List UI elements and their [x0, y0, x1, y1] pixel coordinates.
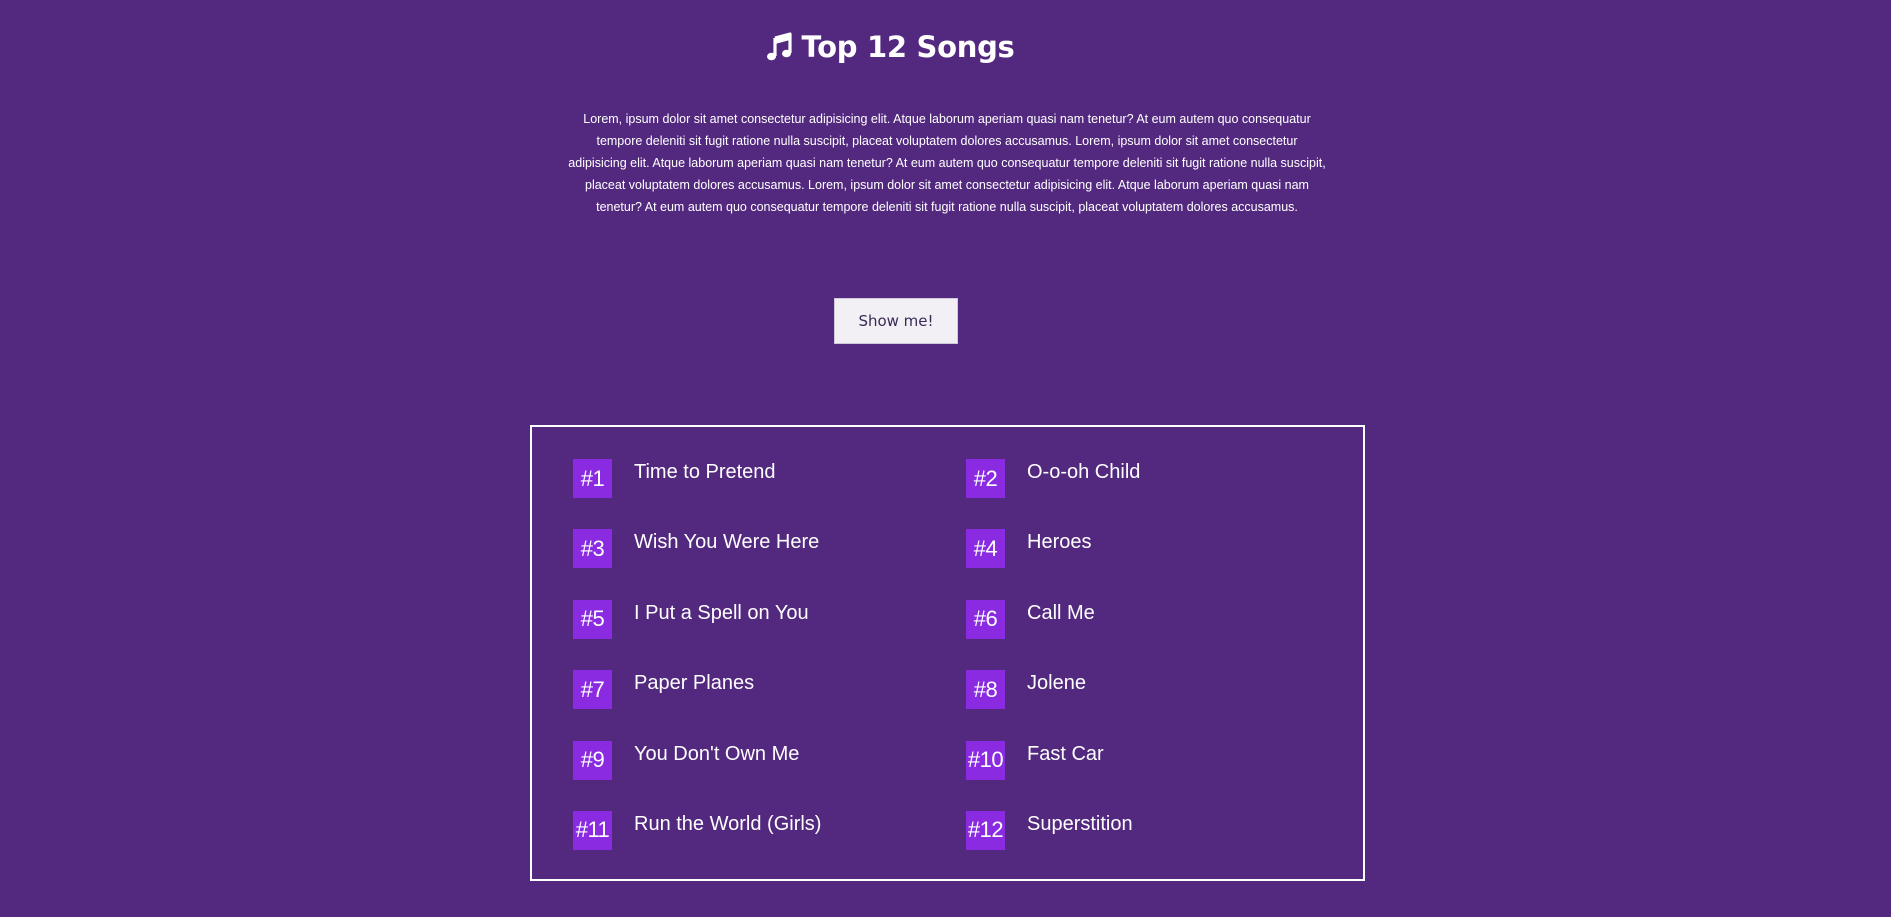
song-title: You Don't Own Me: [634, 742, 800, 765]
rank-badge: #7: [573, 670, 612, 710]
song-title: Call Me: [1027, 601, 1095, 624]
song-item: #5 I Put a Spell on You: [573, 599, 966, 639]
song-title: I Put a Spell on You: [634, 601, 809, 624]
music-note-icon: [767, 32, 793, 61]
song-title: Superstition: [1027, 812, 1133, 835]
rank-badge: #5: [573, 599, 612, 639]
song-title: O-o-oh Child: [1027, 461, 1141, 483]
page-title: Top 12 Songs: [801, 30, 1015, 64]
song-list: #1 Time to Pretend #2 O-o-oh Child #3 Wi…: [573, 459, 1359, 881]
rank-badge: #9: [573, 740, 612, 780]
song-title: Heroes: [1027, 531, 1092, 554]
song-item: #7 Paper Planes: [573, 670, 966, 710]
song-title: Wish You Were Here: [634, 531, 820, 554]
show-me-button[interactable]: Show me!: [834, 298, 958, 344]
song-item: #9 You Don't Own Me: [573, 740, 966, 780]
song-title: Time to Pretend: [634, 461, 776, 483]
rank-badge: #11: [573, 810, 612, 850]
song-item: #3 Wish You Were Here: [573, 529, 966, 569]
song-title: Paper Planes: [634, 672, 755, 695]
rank-badge: #3: [573, 529, 612, 569]
page-header: Top 12 Songs: [0, 30, 1780, 64]
rank-badge: #8: [966, 670, 1005, 710]
song-item: #8 Jolene: [966, 670, 1359, 710]
rank-badge: #6: [966, 599, 1005, 639]
song-item: #10 Fast Car: [966, 740, 1359, 780]
song-title: Jolene: [1027, 672, 1086, 695]
song-item: #2 O-o-oh Child: [966, 459, 1359, 498]
song-item: #6 Call Me: [966, 599, 1359, 639]
song-item: #1 Time to Pretend: [573, 459, 966, 498]
intro-paragraph: Lorem, ipsum dolor sit amet consectetur …: [568, 112, 1326, 214]
song-title: Run the World (Girls): [634, 812, 822, 835]
song-item: #12 Superstition: [966, 810, 1359, 850]
song-item: #4 Heroes: [966, 529, 1359, 569]
rank-badge: #10: [966, 740, 1005, 780]
song-item: #11 Run the World (Girls): [573, 810, 966, 850]
song-list-box: #1 Time to Pretend #2 O-o-oh Child #3 Wi…: [530, 425, 1365, 881]
rank-badge: #2: [966, 459, 1005, 498]
rank-badge: #12: [966, 810, 1005, 850]
rank-badge: #1: [573, 459, 612, 498]
rank-badge: #4: [966, 529, 1005, 569]
song-title: Fast Car: [1027, 742, 1104, 765]
